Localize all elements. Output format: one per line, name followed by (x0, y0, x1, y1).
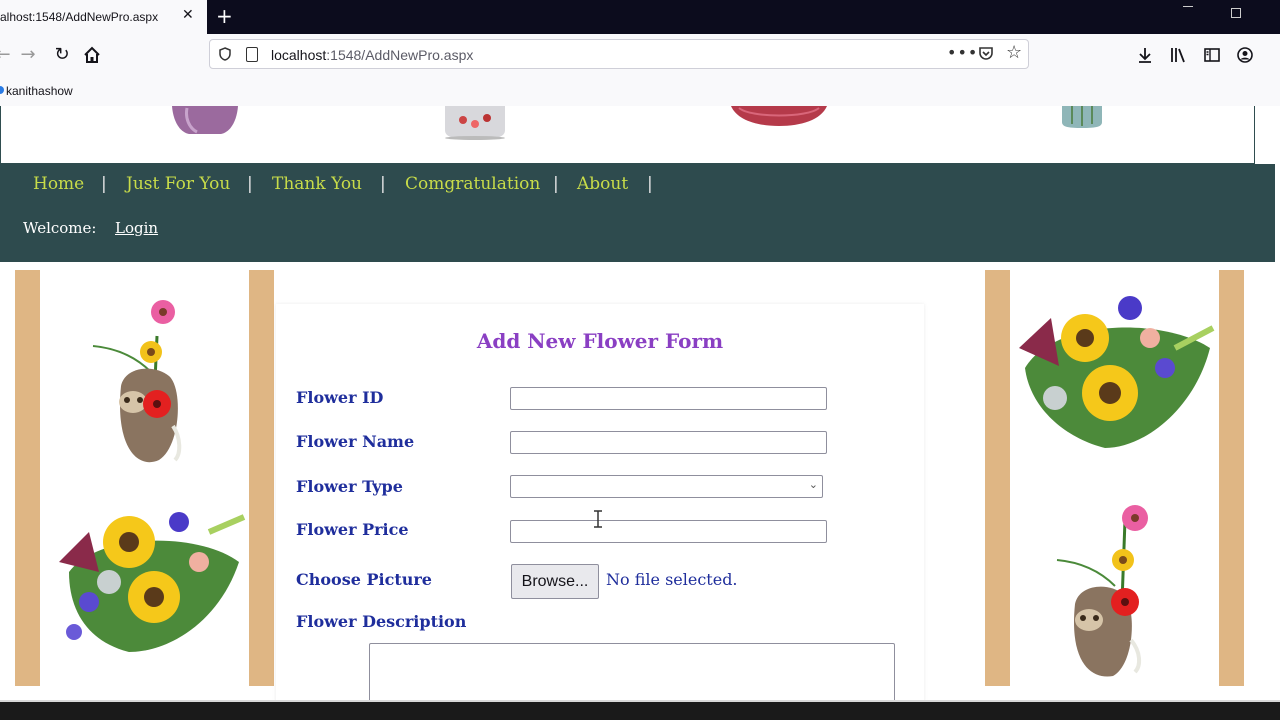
active-tab[interactable]: alhost:1548/AddNewPro.aspx ✕ (0, 0, 207, 34)
bookmarks-toolbar: kanithashow (0, 76, 1280, 107)
sloth-bouquet-image (1056, 505, 1148, 677)
nav-congratulation[interactable]: Comgratulation (405, 174, 540, 194)
reload-icon[interactable]: ↻ (49, 42, 75, 68)
nav-separator: | (247, 174, 253, 194)
maximize-icon[interactable] (1231, 8, 1241, 18)
url-host: localhost (271, 47, 327, 63)
nav-about[interactable]: About (577, 174, 628, 194)
url-path: :1548/AddNewPro.aspx (326, 47, 474, 63)
flower-description-label: Flower Description (296, 612, 467, 631)
stripe (15, 270, 40, 686)
minimize-icon[interactable] (1183, 6, 1193, 7)
flower-description-textarea[interactable] (369, 643, 895, 702)
flower-name-label: Flower Name (296, 432, 415, 451)
flower-price-input[interactable] (510, 520, 827, 543)
page-content: Home | Just For You | Thank You | Comgra… (0, 106, 1280, 702)
tab-strip: alhost:1548/AddNewPro.aspx ✕ + (0, 0, 1280, 34)
vase-image (445, 106, 505, 140)
sunflower-bouquet-image (1019, 296, 1215, 448)
flower-name-input[interactable] (510, 431, 827, 454)
back-icon[interactable]: ← (0, 42, 16, 68)
url-text[interactable]: localhost:1548/AddNewPro.aspx (271, 47, 473, 63)
nav-thank-you[interactable]: Thank You (272, 174, 362, 194)
close-icon[interactable]: ✕ (182, 7, 194, 23)
header-banner (0, 106, 1255, 164)
stripe (985, 270, 1010, 686)
flower-id-input[interactable] (510, 387, 827, 410)
flower-type-select[interactable]: ⌄ (510, 475, 823, 498)
url-bar[interactable]: localhost:1548/AddNewPro.aspx ••• ☆ (209, 39, 1029, 69)
login-link[interactable]: Login (115, 219, 158, 237)
page-info-icon[interactable] (246, 47, 258, 62)
form-title: Add New Flower Form (476, 329, 724, 353)
nav-separator: | (553, 174, 559, 194)
stripe (249, 270, 274, 686)
text-cursor-icon (594, 510, 602, 528)
stripe (1219, 270, 1244, 686)
choose-picture-label: Choose Picture (296, 570, 432, 589)
welcome-label: Welcome: (23, 219, 97, 237)
nav-just-for-you[interactable]: Just For You (126, 174, 230, 194)
nav-separator: | (101, 174, 107, 194)
browse-button[interactable]: Browse... (511, 564, 599, 599)
vase-image (1062, 106, 1102, 128)
nav-separator: | (647, 174, 653, 194)
forward-icon[interactable]: → (15, 42, 41, 68)
sloth-bouquet-image (92, 300, 182, 463)
chevron-down-icon: ⌄ (808, 478, 818, 491)
plus-icon[interactable]: + (216, 4, 233, 28)
account-icon[interactable] (1236, 46, 1254, 64)
page-actions-icon[interactable]: ••• (947, 43, 978, 62)
screen-bottom-bar (0, 702, 1280, 720)
bookmark-favicon-icon (0, 86, 4, 94)
right-image-panel (985, 270, 1245, 686)
pocket-icon[interactable] (978, 45, 994, 61)
star-icon[interactable]: ☆ (1006, 42, 1022, 63)
site-navigation: Home | Just For You | Thank You | Comgra… (0, 164, 1275, 262)
vase-image (731, 106, 827, 126)
tab-title: alhost:1548/AddNewPro.aspx (0, 10, 159, 24)
download-icon[interactable] (1136, 46, 1154, 64)
flower-type-label: Flower Type (296, 477, 403, 496)
left-image-panel (15, 270, 275, 686)
add-flower-form: Add New Flower Form Flower ID Flower Nam… (276, 304, 924, 702)
library-icon[interactable] (1169, 46, 1187, 64)
flower-id-label: Flower ID (296, 388, 384, 407)
home-icon[interactable] (83, 46, 101, 64)
file-status: No file selected. (606, 570, 738, 589)
sidebar-icon[interactable] (1203, 46, 1221, 64)
flower-price-label: Flower Price (296, 520, 409, 539)
nav-separator: | (380, 174, 386, 194)
bookmark-kanithashow[interactable]: kanithashow (6, 84, 73, 98)
sunflower-bouquet-image (59, 512, 246, 652)
shield-icon[interactable] (219, 47, 231, 61)
vase-image (172, 106, 238, 134)
nav-home[interactable]: Home (33, 174, 84, 194)
